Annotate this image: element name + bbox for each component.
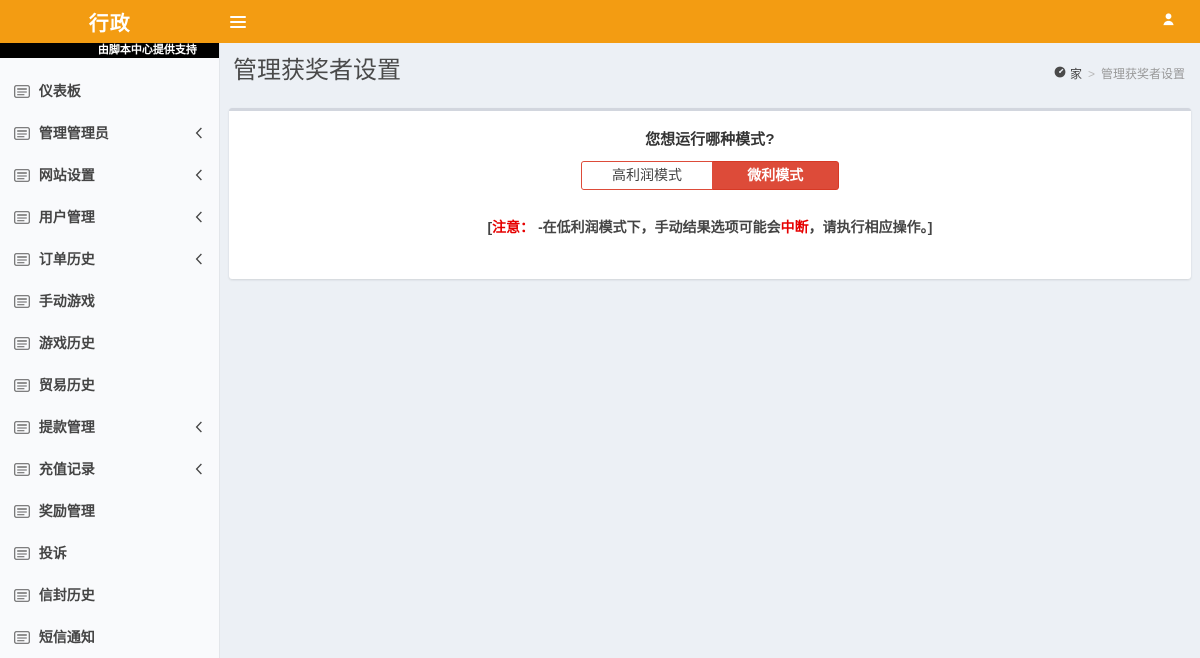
- list-alt-icon: [14, 379, 30, 392]
- sidebar-item-label: 游戏历史: [39, 333, 95, 353]
- brand-title[interactable]: 行政: [0, 0, 220, 43]
- hamburger-icon: [230, 16, 246, 18]
- sidebar-item-label: 用户管理: [39, 207, 95, 227]
- chevron-left-icon: [195, 169, 203, 181]
- sidebar-toggle-button[interactable]: [220, 0, 256, 43]
- sidebar-item-label: 贸易历史: [39, 375, 95, 395]
- user-menu-button[interactable]: [1161, 0, 1200, 43]
- sidebar-item-label: 投诉: [39, 543, 67, 563]
- sidebar-item-order-history[interactable]: 订单历史: [0, 238, 219, 280]
- list-alt-icon: [14, 337, 30, 350]
- mode-button-group: 高利润模式微利模式: [581, 161, 839, 190]
- powered-by-bar: 由脚本中心提供支持: [0, 43, 219, 58]
- sidebar-item-withdrawal-management[interactable]: 提款管理: [0, 406, 219, 448]
- sidebar-item-label: 信封历史: [39, 585, 95, 605]
- note-segment-3: 中断: [781, 219, 809, 235]
- list-alt-icon: [14, 127, 30, 140]
- sidebar-item-reward-management[interactable]: 奖励管理: [0, 490, 219, 532]
- list-alt-icon: [14, 631, 30, 644]
- chevron-left-icon: [195, 253, 203, 265]
- person-icon: [1161, 12, 1176, 32]
- sidebar-item-sms-notifications[interactable]: 短信通知: [0, 616, 219, 658]
- sidebar-item-label: 短信通知: [39, 627, 95, 647]
- note-segment-4: ，请执行相应操作。]: [809, 219, 933, 235]
- main-content: 管理获奖者设置 家 > 管理获奖者设置 您想运行哪种模式? 高利润模式微利模式 …: [220, 43, 1200, 658]
- content-header: 管理获奖者设置 家 > 管理获奖者设置: [229, 55, 1191, 99]
- breadcrumb: 家 > 管理获奖者设置: [1054, 65, 1185, 82]
- list-alt-icon: [14, 295, 30, 308]
- breadcrumb-home-link[interactable]: 家: [1054, 65, 1082, 82]
- micro-profit-mode-button[interactable]: 微利模式: [713, 161, 839, 190]
- sidebar-item-label: 管理管理员: [39, 123, 109, 143]
- list-alt-icon: [14, 547, 30, 560]
- sidebar-item-trade-history[interactable]: 贸易历史: [0, 364, 219, 406]
- sidebar-item-label: 充值记录: [39, 459, 95, 479]
- sidebar-item-label: 订单历史: [39, 249, 95, 269]
- sidebar-item-envelope-history[interactable]: 信封历史: [0, 574, 219, 616]
- top-navbar: 行政: [0, 0, 1200, 43]
- chevron-left-icon: [195, 211, 203, 223]
- page-title: 管理获奖者设置: [233, 57, 401, 85]
- breadcrumb-current: 管理获奖者设置: [1101, 65, 1185, 82]
- sidebar-item-label: 提款管理: [39, 417, 95, 437]
- sidebar-item-game-history[interactable]: 游戏历史: [0, 322, 219, 364]
- note-segment-1: 注意：: [492, 219, 534, 235]
- chevron-left-icon: [195, 127, 203, 139]
- sidebar-item-label: 网站设置: [39, 165, 95, 185]
- chevron-left-icon: [195, 463, 203, 475]
- sidebar-menu: 仪表板管理管理员网站设置用户管理订单历史手动游戏游戏历史贸易历史提款管理充值记录…: [0, 58, 219, 658]
- list-alt-icon: [14, 589, 30, 602]
- sidebar-item-site-settings[interactable]: 网站设置: [0, 154, 219, 196]
- list-alt-icon: [14, 85, 30, 98]
- sidebar-item-label: 仪表板: [39, 81, 81, 101]
- mode-card: 您想运行哪种模式? 高利润模式微利模式 [注意： -在低利润模式下，手动结果选项…: [229, 108, 1191, 279]
- list-alt-icon: [14, 421, 30, 434]
- list-alt-icon: [14, 169, 30, 182]
- list-alt-icon: [14, 211, 30, 224]
- sidebar-item-manual-game[interactable]: 手动游戏: [0, 280, 219, 322]
- mode-question: 您想运行哪种模式?: [239, 128, 1181, 149]
- high-profit-mode-button[interactable]: 高利润模式: [581, 161, 713, 190]
- dashboard-icon: [1054, 66, 1066, 81]
- sidebar-item-dashboard[interactable]: 仪表板: [0, 70, 219, 112]
- sidebar-item-label: 手动游戏: [39, 291, 95, 311]
- list-alt-icon: [14, 253, 30, 266]
- sidebar-item-user-management[interactable]: 用户管理: [0, 196, 219, 238]
- sidebar: 由脚本中心提供支持 仪表板管理管理员网站设置用户管理订单历史手动游戏游戏历史贸易…: [0, 43, 220, 658]
- list-alt-icon: [14, 463, 30, 476]
- sidebar-item-recharge-records[interactable]: 充值记录: [0, 448, 219, 490]
- sidebar-item-admin-management[interactable]: 管理管理员: [0, 112, 219, 154]
- sidebar-item-complaints[interactable]: 投诉: [0, 532, 219, 574]
- sidebar-item-label: 奖励管理: [39, 501, 95, 521]
- note-segment-2: -在低利润模式下，手动结果选项可能会: [534, 219, 781, 235]
- mode-note: [注意： -在低利润模式下，手动结果选项可能会中断，请执行相应操作。]: [239, 217, 1181, 237]
- chevron-left-icon: [195, 421, 203, 433]
- list-alt-icon: [14, 505, 30, 518]
- breadcrumb-separator: >: [1088, 67, 1095, 81]
- breadcrumb-home-label: 家: [1070, 65, 1082, 82]
